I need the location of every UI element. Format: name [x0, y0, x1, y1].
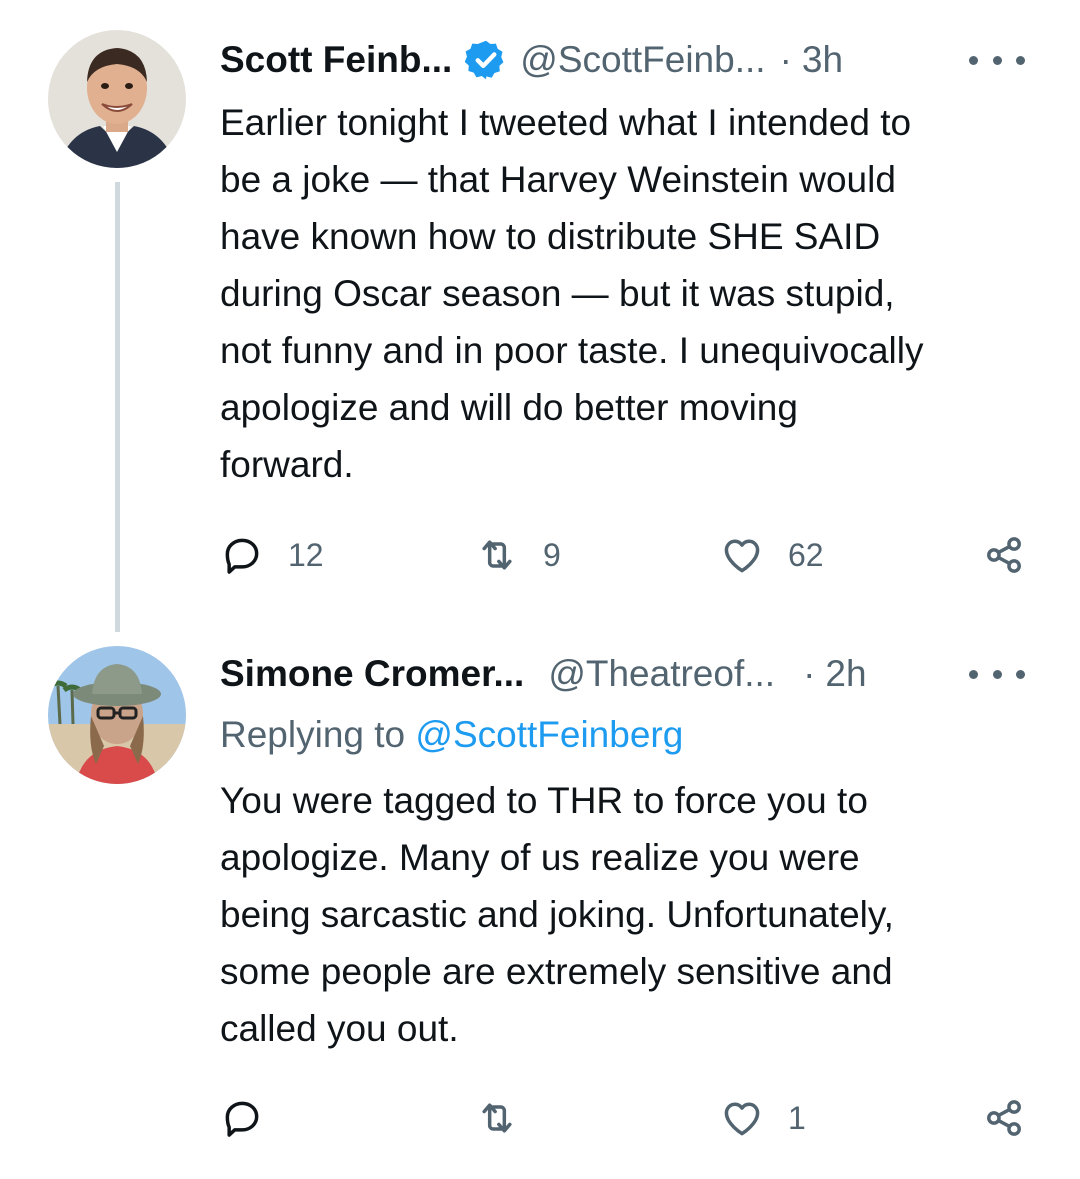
- avatar-simone-cromer[interactable]: [48, 646, 186, 784]
- thread-connector-line: [115, 182, 120, 632]
- user-handle[interactable]: @Theatreof...: [548, 653, 775, 695]
- tweet-text: You were tagged to THR to force you to a…: [220, 780, 894, 1049]
- share-button[interactable]: [982, 1093, 1026, 1143]
- retweet-icon: [482, 540, 512, 570]
- tweet-simone-cromer[interactable]: Simone Cromer... @Theatreof... · 2h Repl…: [0, 640, 1080, 1179]
- display-name[interactable]: Simone Cromer...: [220, 653, 524, 695]
- like-button[interactable]: 1: [720, 1093, 806, 1143]
- more-options-icon[interactable]: [969, 40, 1025, 80]
- reply-bubble-icon: [225, 1101, 259, 1137]
- timestamp[interactable]: 2h: [825, 653, 866, 695]
- tweet-header: Scott Feinb... @ScottFeinb... · 3h: [220, 30, 843, 90]
- avatar-scott-feinberg[interactable]: [48, 30, 186, 168]
- like-count: 1: [788, 1099, 806, 1136]
- timestamp[interactable]: 3h: [802, 39, 843, 81]
- like-count: 62: [788, 536, 824, 573]
- reply-button[interactable]: 12: [220, 530, 324, 580]
- tweet-actions: 12 9 62: [220, 530, 1030, 580]
- replying-label: Replying to: [220, 714, 406, 755]
- like-button[interactable]: 62: [720, 530, 824, 580]
- reply-count: 12: [288, 536, 324, 573]
- heart-icon: [724, 539, 760, 573]
- separator-dot: ·: [803, 653, 816, 694]
- tweet-scott-feinberg[interactable]: Scott Feinb... @ScottFeinb... · 3h Earli…: [0, 0, 1080, 640]
- replying-to-handle-link[interactable]: @ScottFeinberg: [415, 714, 683, 755]
- retweet-button[interactable]: 9: [475, 530, 561, 580]
- retweet-button[interactable]: [475, 1093, 543, 1143]
- reply-button[interactable]: [220, 1093, 288, 1143]
- tweet-actions: 1: [220, 1093, 1030, 1143]
- replying-to-line: Replying to @ScottFeinberg: [220, 714, 683, 756]
- share-icon: [987, 1100, 1021, 1136]
- share-button[interactable]: [982, 530, 1026, 580]
- heart-icon: [724, 1102, 760, 1136]
- retweet-icon: [482, 1103, 512, 1133]
- reply-bubble-icon: [225, 538, 259, 574]
- retweet-count: 9: [543, 536, 561, 573]
- share-icon: [987, 537, 1021, 573]
- tweet-text: Earlier tonight I tweeted what I intende…: [220, 102, 924, 485]
- display-name[interactable]: Scott Feinb...: [220, 39, 452, 81]
- separator-dot: ·: [779, 39, 792, 80]
- verified-badge-icon: [464, 38, 508, 82]
- more-options-icon[interactable]: [969, 654, 1025, 694]
- tweet-header: Simone Cromer... @Theatreof... · 2h: [220, 644, 867, 704]
- user-handle[interactable]: @ScottFeinb...: [520, 39, 765, 81]
